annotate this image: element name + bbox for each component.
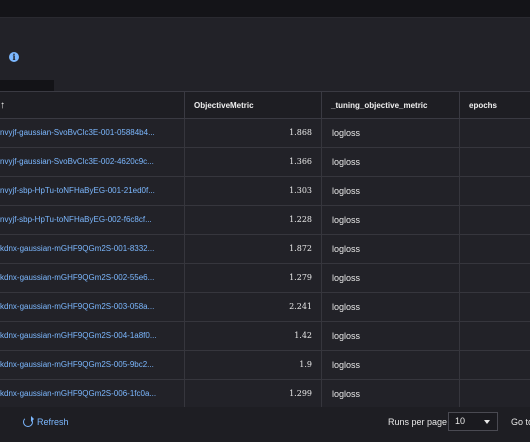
run-name-link[interactable]: kdnx-gaussian-mGHF9QGm2S-003-058a...	[0, 293, 184, 321]
run-name-link[interactable]: nvyjf-gaussian-SvoBvClc3E-002-4620c9c...	[0, 148, 184, 176]
go-to-page-label: Go to	[511, 417, 530, 427]
epochs-cell	[459, 264, 530, 292]
column-header-objective-metric[interactable]: ObjectiveMetric	[184, 92, 321, 119]
table-row[interactable]: kdnx-gaussian-mGHF9QGm2S-001-8332... 1.87…	[0, 235, 530, 264]
tuning-objective-metric-cell: logloss	[321, 119, 459, 147]
refresh-icon	[23, 416, 34, 427]
tuning-objective-metric-cell: logloss	[321, 351, 459, 379]
objective-metric-cell: 1.872	[184, 235, 321, 263]
epochs-cell	[459, 235, 530, 263]
table-row[interactable]: nvyjf-gaussian-SvoBvClc3E-001-05884b4...…	[0, 119, 530, 148]
objective-metric-cell: 2.241	[184, 293, 321, 321]
objective-metric-cell: 1.868	[184, 119, 321, 147]
rows-per-page-label: Runs per page	[388, 417, 448, 427]
sort-ascending-icon[interactable]: ↑	[0, 92, 184, 119]
table-row[interactable]: nvyjf-sbp-HpTu-toNFHaByEG-001-21ed0f... 1…	[0, 177, 530, 206]
tuning-objective-metric-cell: logloss	[321, 264, 459, 292]
table-footer: Refresh Runs per page 10 Go to	[0, 407, 530, 442]
run-name-link[interactable]: kdnx-gaussian-mGHF9QGm2S-002-55e6...	[0, 264, 184, 292]
run-name-link[interactable]: kdnx-gaussian-mGHF9QGm2S-006-1fc0a...	[0, 380, 184, 408]
run-name-link[interactable]: kdnx-gaussian-mGHF9QGm2S-004-1a8f0...	[0, 322, 184, 350]
objective-metric-cell: 1.303	[184, 177, 321, 205]
rows-per-page-value: 10	[455, 416, 466, 426]
objective-metric-cell: 1.9	[184, 351, 321, 379]
epochs-cell	[459, 293, 530, 321]
column-header-tuning-objective-metric[interactable]: _tuning_objective_metric	[321, 92, 459, 119]
table-row[interactable]: kdnx-gaussian-mGHF9QGm2S-006-1fc0a... 1.2…	[0, 380, 530, 409]
tuning-objective-metric-cell: logloss	[321, 322, 459, 350]
table-row[interactable]: nvyjf-gaussian-SvoBvClc3E-002-4620c9c...…	[0, 148, 530, 177]
table-row[interactable]: nvyjf-sbp-HpTu-toNFHaByEG-002-f6c8cf... 1…	[0, 206, 530, 235]
column-header-epochs[interactable]: epochs	[459, 92, 530, 119]
runs-table: ↑ ObjectiveMetric _tuning_objective_metr…	[0, 91, 530, 409]
objective-metric-cell: 1.279	[184, 264, 321, 292]
epochs-cell	[459, 148, 530, 176]
epochs-cell	[459, 119, 530, 147]
tuning-objective-metric-cell: logloss	[321, 177, 459, 205]
run-name-link[interactable]: nvyjf-gaussian-SvoBvClc3E-001-05884b4...	[0, 119, 184, 147]
run-name-link[interactable]: nvyjf-sbp-HpTu-toNFHaByEG-002-f6c8cf...	[0, 206, 184, 234]
table-row[interactable]: kdnx-gaussian-mGHF9QGm2S-005-9bc2... 1.9 l…	[0, 351, 530, 380]
table-body: nvyjf-gaussian-SvoBvClc3E-001-05884b4...…	[0, 119, 530, 409]
refresh-label: Refresh	[37, 417, 69, 427]
objective-metric-cell: 1.228	[184, 206, 321, 234]
rows-per-page-select[interactable]: 10	[448, 412, 498, 431]
objective-metric-cell: 1.299	[184, 380, 321, 408]
tuning-objective-metric-cell: logloss	[321, 148, 459, 176]
table-row[interactable]: kdnx-gaussian-mGHF9QGm2S-003-058a... 2.24…	[0, 293, 530, 322]
epochs-cell	[459, 322, 530, 350]
run-name-link[interactable]: kdnx-gaussian-mGHF9QGm2S-001-8332...	[0, 235, 184, 263]
epochs-cell	[459, 380, 530, 408]
top-bar	[0, 0, 530, 18]
tuning-objective-metric-cell: logloss	[321, 235, 459, 263]
chevron-down-icon	[484, 420, 490, 424]
epochs-cell	[459, 177, 530, 205]
table-header: ↑ ObjectiveMetric _tuning_objective_metr…	[0, 91, 530, 119]
epochs-cell	[459, 351, 530, 379]
tuning-objective-metric-cell: logloss	[321, 293, 459, 321]
tuning-objective-metric-cell: logloss	[321, 206, 459, 234]
run-name-link[interactable]: kdnx-gaussian-mGHF9QGm2S-005-9bc2...	[0, 351, 184, 379]
objective-metric-cell: 1.42	[184, 322, 321, 350]
table-row[interactable]: kdnx-gaussian-mGHF9QGm2S-004-1a8f0... 1.4…	[0, 322, 530, 351]
table-row[interactable]: kdnx-gaussian-mGHF9QGm2S-002-55e6... 1.27…	[0, 264, 530, 293]
refresh-button[interactable]: Refresh	[23, 415, 69, 429]
objective-metric-cell: 1.366	[184, 148, 321, 176]
epochs-cell	[459, 206, 530, 234]
run-name-link[interactable]: nvyjf-sbp-HpTu-toNFHaByEG-001-21ed0f...	[0, 177, 184, 205]
tuning-objective-metric-cell: logloss	[321, 380, 459, 408]
info-icon[interactable]: i	[9, 52, 19, 62]
